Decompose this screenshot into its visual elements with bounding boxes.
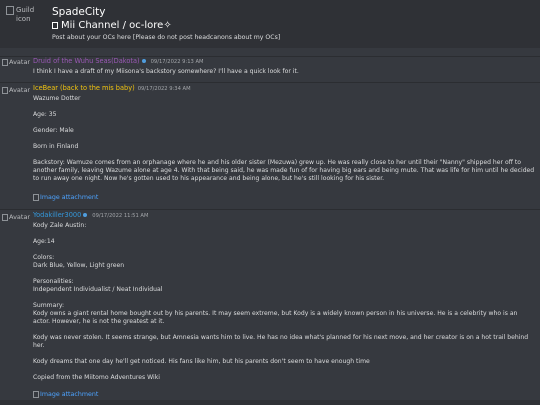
message-content: Kody Zale Austin: Age:14 Colors: Dark Bl… [33,222,535,382]
avatar-alt: Avatar [9,58,31,66]
avatar[interactable]: Avatar [2,213,30,221]
guild-name: SpadeCity [52,6,106,18]
message-line: Age:14 [33,238,55,245]
attachment-alt: Image attachment [40,194,99,201]
status-dot-icon [83,213,88,217]
message-line: Wazume Dotter [33,95,81,102]
message-line: Kody owns a giant rental home bought out… [33,310,518,325]
author-name[interactable]: Yodakiller3000 [33,211,81,219]
avatar-alt: Avatar [9,86,31,94]
message-content: Wazume Dotter Age: 35 Gender: Male Born … [33,95,535,183]
sparkle-icon: ✧ [163,20,172,31]
author-name[interactable]: IceBear (back to the mis baby) [33,84,135,92]
avatar[interactable]: Avatar [2,58,30,66]
guild-icon[interactable]: Guild icon [6,6,46,36]
avatar[interactable]: Avatar [2,86,30,94]
message-content: I think I have a draft of my Miisona's b… [33,68,535,76]
message-meta: Yodakiller3000 09/17/2022 11:51 AM [33,211,148,219]
message-line: Copied from the Miitomo Adventures Wiki [33,374,160,381]
message-meta: Druid of the Wuhu Seas(Dakota) 09/17/2022… [33,57,203,65]
message-meta: IceBear (back to the mis baby) 09/17/2022… [33,84,191,92]
channel-header: Guild icon SpadeCity Mii Channel / oc-lo… [0,0,540,48]
message-line: Age: 35 [33,111,57,118]
status-dot-icon [141,59,146,63]
message-divider [0,209,540,210]
message-line: I think I have a draft of my Miisona's b… [33,68,299,75]
message-line: Kody dreams that one day he'll get notic… [33,358,370,365]
avatar-alt: Avatar [9,213,31,221]
channel-name[interactable]: Mii Channel / oc-lore✧ [52,20,172,31]
message-line: Dark Blue, Yellow, Light green [33,262,125,269]
message-line: Gender: Male [33,127,74,134]
broken-image-icon [2,86,8,94]
timestamp: 09/17/2022 11:51 AM [92,213,149,219]
broken-image-icon [6,6,14,15]
channel-name-text: Mii Channel / oc-lore [61,20,164,31]
message-line: Born in Finland [33,143,79,150]
broken-image-icon [2,213,8,221]
broken-image-icon [33,391,39,398]
message-line: Backstory: Wamuze comes from an orphanag… [33,159,535,182]
timestamp: 09/17/2022 9:13 AM [150,59,204,65]
author-name[interactable]: Druid of the Wuhu Seas(Dakota) [33,57,140,65]
message-line: Kody Zale Austin: [33,222,87,229]
message-line: Summary: [33,302,65,309]
channel-topic: Post about your OCs here [Please do not … [52,34,281,41]
message-line: Colors: [33,254,55,261]
image-attachment[interactable]: Image attachment [33,391,98,398]
message-line: Independent Individualist / Neat Individ… [33,286,163,293]
image-attachment[interactable]: Image attachment [33,194,98,201]
timestamp: 09/17/2022 9:34 AM [137,86,191,92]
guild-icon-alt: Guild icon [16,6,35,23]
broken-image-icon [33,194,39,201]
channel-emoji-icon [52,22,58,29]
message-divider [0,82,540,83]
attachment-alt: Image attachment [40,391,99,398]
bottom-divider [0,400,540,405]
broken-image-icon [2,58,8,66]
message-line: Kody was never stolen. It seems strange,… [33,334,529,349]
message-line: Personalities: [33,278,74,285]
